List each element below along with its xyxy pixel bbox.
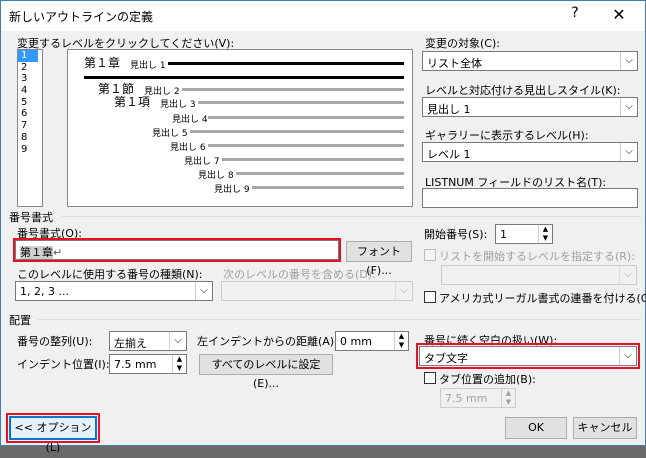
start-at-value: 1 bbox=[500, 228, 507, 241]
level-item[interactable]: 1 bbox=[18, 50, 38, 62]
section-divider bbox=[37, 319, 641, 320]
legal-style-label: アメリカ式リーガル書式の連番を付ける(G) bbox=[439, 292, 646, 305]
spin-up-icon[interactable]: ▲ bbox=[172, 355, 186, 364]
level-item[interactable]: 3 bbox=[18, 73, 42, 85]
indent-spinner[interactable]: 7.5 mm ▲ ▼ bbox=[109, 354, 187, 374]
level-item[interactable]: 2 bbox=[18, 62, 42, 74]
preview-line bbox=[252, 186, 404, 189]
outline-preview: 第１章 見出し 1 第１節 見出し 2 第１項 見出し 3 見出し 4 見出し 5 見出し 6見… bbox=[67, 49, 413, 207]
position-section-label: 配置 bbox=[9, 314, 31, 327]
preview-text: 見出し 9 bbox=[214, 185, 250, 195]
set-all-levels-button[interactable]: すべてのレベルに設定(E)... bbox=[199, 354, 333, 390]
spin-down-icon[interactable]: ▼ bbox=[501, 398, 515, 407]
preview-text: 見出し 3 bbox=[160, 100, 196, 110]
tab-stop-value: 7.5 mm bbox=[445, 392, 488, 405]
tab-stop-label: タブ位置の追加(B): bbox=[439, 373, 536, 386]
levels-list[interactable]: 123456789 bbox=[17, 49, 43, 207]
chevron-down-icon: ⌵ bbox=[620, 52, 637, 70]
tab-stop-checkbox[interactable] bbox=[424, 372, 436, 384]
indent-label: インデント位置(I): bbox=[17, 358, 110, 371]
number-style-value: 1, 2, 3 ... bbox=[20, 285, 69, 298]
tab-stop-spinner[interactable]: 7.5 mm ▲ ▼ bbox=[440, 388, 516, 408]
start-at-spinner[interactable]: 1 ▲ ▼ bbox=[495, 224, 553, 244]
preview-line bbox=[236, 172, 404, 175]
legal-style-checkbox[interactable] bbox=[424, 291, 436, 303]
include-level-label: 次のレベルの番号を含める(D): bbox=[223, 268, 376, 281]
title-bar: 新しいアウトラインの定義 ? ✕ bbox=[1, 1, 645, 31]
preview-text: 見出し 5 bbox=[152, 129, 188, 139]
spin-down-icon[interactable]: ▼ bbox=[538, 234, 552, 243]
chevron-down-icon: ⌵ bbox=[619, 266, 636, 284]
preview-number: 第１項 bbox=[114, 95, 151, 109]
number-style-select[interactable]: 1, 2, 3 ... ⌵ bbox=[15, 281, 213, 301]
preview-text: 見出し 6 bbox=[170, 143, 206, 153]
apply-to-label: 変更の対象(C): bbox=[425, 37, 500, 50]
chevron-down-icon: ⌵ bbox=[620, 98, 637, 116]
gallery-level-select[interactable]: レベル 1 ⌵ bbox=[422, 142, 638, 162]
aligned-at-spinner[interactable]: 0 mm ▲ ▼ bbox=[335, 331, 409, 351]
preview-line bbox=[182, 88, 404, 91]
gallery-level-label: ギャラリーに表示するレベル(H): bbox=[425, 129, 589, 142]
cancel-button[interactable]: キャンセル bbox=[573, 417, 637, 439]
level-item[interactable]: 9 bbox=[18, 144, 42, 156]
number-format-section-label: 番号書式 bbox=[9, 211, 53, 224]
level-item[interactable]: 5 bbox=[18, 97, 42, 109]
level-item[interactable]: 6 bbox=[18, 108, 42, 120]
preview-text: 見出し 8 bbox=[198, 171, 234, 181]
focus-ring bbox=[9, 416, 97, 440]
spin-up-icon[interactable]: ▲ bbox=[394, 332, 408, 341]
highlight-box bbox=[416, 343, 640, 369]
dialog-title: 新しいアウトラインの定義 bbox=[9, 10, 154, 24]
level-item[interactable]: 4 bbox=[18, 85, 42, 97]
help-icon[interactable]: ? bbox=[567, 5, 583, 21]
restart-after-select[interactable]: ⌵ bbox=[441, 265, 637, 285]
section-divider bbox=[61, 216, 641, 217]
aligned-at-label: 左インデントからの距離(A): bbox=[197, 335, 338, 348]
preview-line bbox=[198, 101, 404, 104]
include-level-select[interactable]: ⌵ bbox=[221, 281, 413, 301]
link-style-select[interactable]: 見出し 1 ⌵ bbox=[422, 97, 638, 117]
alignment-value: 左揃え bbox=[114, 337, 147, 350]
spin-down-icon[interactable]: ▼ bbox=[172, 364, 186, 373]
gallery-level-value: レベル 1 bbox=[427, 148, 471, 161]
listnum-input[interactable] bbox=[422, 188, 638, 208]
link-style-label: レベルと対応付ける見出しスタイル(K): bbox=[425, 84, 621, 97]
preview-text: 見出し 7 bbox=[184, 157, 220, 167]
define-outline-dialog: 新しいアウトラインの定義 ? ✕ 変更するレベルをクリックしてください(V): … bbox=[0, 0, 646, 454]
close-icon[interactable]: ✕ bbox=[597, 3, 641, 27]
level-item[interactable]: 7 bbox=[18, 120, 42, 132]
preview-line bbox=[208, 116, 404, 119]
aligned-at-value: 0 mm bbox=[340, 335, 372, 348]
ok-button[interactable]: OK bbox=[505, 417, 567, 439]
chevron-down-icon: ⌵ bbox=[620, 143, 637, 161]
chevron-down-icon: ⌵ bbox=[395, 282, 412, 300]
alignment-select[interactable]: 左揃え ⌵ bbox=[109, 331, 187, 351]
restart-after-label: リストを開始するレベルを指定する(R): bbox=[439, 250, 635, 263]
apply-to-value: リスト全体 bbox=[427, 57, 482, 70]
level-item[interactable]: 8 bbox=[18, 132, 42, 144]
chevron-down-icon: ⌵ bbox=[169, 332, 186, 350]
spin-down-icon[interactable]: ▼ bbox=[394, 341, 408, 350]
restart-after-checkbox[interactable] bbox=[424, 249, 436, 261]
start-at-label: 開始番号(S): bbox=[424, 228, 488, 241]
preview-text: 見出し 4 bbox=[172, 115, 208, 125]
highlight-box bbox=[13, 238, 341, 262]
apply-to-select[interactable]: リスト全体 ⌵ bbox=[422, 51, 638, 71]
preview-line bbox=[208, 144, 404, 147]
spin-up-icon[interactable]: ▲ bbox=[538, 225, 552, 234]
font-button[interactable]: フォント(F)... bbox=[346, 241, 412, 277]
preview-line bbox=[84, 76, 404, 79]
spin-up-icon[interactable]: ▲ bbox=[501, 389, 515, 398]
preview-line bbox=[190, 130, 404, 133]
indent-value: 7.5 mm bbox=[114, 358, 157, 371]
preview-line bbox=[222, 158, 404, 161]
preview-text: 見出し 1 bbox=[130, 61, 166, 71]
link-style-value: 見出し 1 bbox=[427, 103, 471, 116]
preview-number: 第１章 bbox=[84, 56, 121, 70]
number-style-label: このレベルに使用する番号の種類(N): bbox=[17, 268, 203, 281]
alignment-label: 番号の整列(U): bbox=[17, 335, 93, 348]
preview-line bbox=[168, 62, 404, 65]
chevron-down-icon: ⌵ bbox=[195, 282, 212, 300]
